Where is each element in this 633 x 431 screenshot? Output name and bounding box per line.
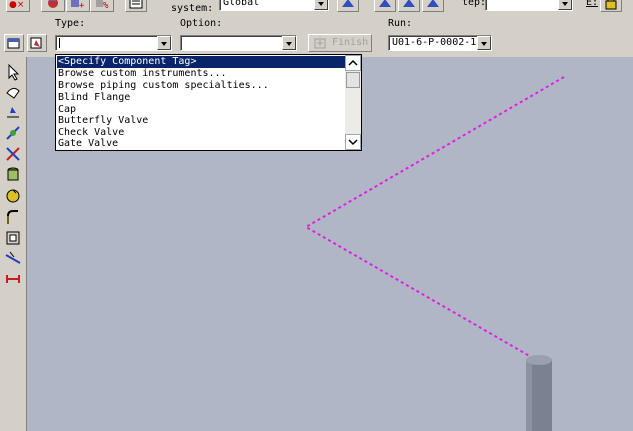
- rotate-icon[interactable]: [4, 187, 22, 205]
- ribbon-settings-button[interactable]: [27, 34, 47, 52]
- axis-button[interactable]: [374, 0, 396, 12]
- list-item[interactable]: Butterfly Valve: [57, 115, 346, 127]
- left-toolbar: [0, 57, 27, 431]
- chevron-down-icon[interactable]: [558, 0, 572, 10]
- insert-component-icon[interactable]: [4, 103, 22, 121]
- delete-button[interactable]: ●×: [6, 0, 30, 12]
- top-toolbar: ●× + % - system: Global tep: E: Type: Op…: [0, 0, 633, 57]
- select-arrow-icon[interactable]: [4, 63, 22, 81]
- lock-button[interactable]: [600, 0, 622, 12]
- filter-icon: [48, 0, 58, 8]
- chevron-up-icon: [348, 59, 358, 66]
- add-icon: +: [71, 0, 85, 11]
- list-item[interactable]: Blind Flange: [57, 92, 346, 104]
- axis-icon: [379, 0, 391, 7]
- help-label: E:: [586, 0, 599, 8]
- run-label: Run:: [388, 18, 413, 29]
- settings-icon: [30, 37, 42, 49]
- chevron-down-icon[interactable]: [157, 36, 171, 50]
- bend-icon[interactable]: [4, 208, 22, 226]
- properties-icon: [129, 0, 143, 9]
- remove-icon: %: [96, 0, 109, 11]
- chevron-down-icon[interactable]: [477, 36, 491, 50]
- option-label: Option:: [180, 18, 223, 29]
- finish-icon: [314, 38, 326, 49]
- coordinate-button[interactable]: [337, 0, 359, 12]
- list-item[interactable]: <Specify Component Tag>: [57, 56, 346, 68]
- svg-text:%: %: [103, 1, 109, 11]
- split-icon[interactable]: [4, 145, 22, 163]
- option-select[interactable]: [180, 35, 297, 51]
- text-cursor: [59, 38, 60, 48]
- list-item[interactable]: Browse piping custom specialties...: [57, 80, 346, 92]
- delete-x-icon: ●×: [9, 0, 24, 10]
- system-label: system:: [171, 3, 214, 14]
- pipe-cylinder: [526, 355, 552, 431]
- list-item[interactable]: Gate Valve: [57, 138, 346, 150]
- scroll-up-button[interactable]: [345, 55, 361, 71]
- add-button[interactable]: +: [66, 0, 90, 12]
- properties-button[interactable]: [125, 0, 147, 12]
- axis2-icon: [403, 0, 415, 7]
- axis3-button[interactable]: [422, 0, 444, 12]
- dropdown-scrollbar[interactable]: [345, 55, 361, 150]
- step-select[interactable]: [485, 0, 573, 11]
- component-type-dropdown[interactable]: <Specify Component Tag> Browse custom in…: [55, 54, 362, 151]
- chevron-down-icon[interactable]: [314, 0, 328, 10]
- frame-icon[interactable]: [4, 229, 22, 247]
- filter-button[interactable]: [41, 0, 65, 12]
- chevron-down-icon: [348, 139, 358, 146]
- properties-icon: [7, 38, 20, 49]
- ribbon-properties-button[interactable]: [4, 34, 24, 52]
- svg-text:+: +: [79, 1, 85, 11]
- axis2-button[interactable]: [398, 0, 420, 12]
- route-icon[interactable]: [4, 83, 22, 101]
- system-select[interactable]: Global: [219, 0, 329, 11]
- list-item[interactable]: Browse custom instruments...: [57, 68, 346, 80]
- remove-button[interactable]: %: [90, 0, 114, 12]
- connect-icon[interactable]: [4, 124, 22, 142]
- system-dash: -: [155, 0, 161, 5]
- svg-text:●×: ●×: [9, 0, 24, 10]
- coordinate-icon: [342, 0, 354, 7]
- scroll-down-button[interactable]: [345, 134, 361, 150]
- lock-icon: [605, 0, 617, 10]
- slope-icon[interactable]: [4, 249, 22, 267]
- axis3-icon: [427, 0, 439, 7]
- dimension-icon[interactable]: [4, 270, 22, 288]
- stack-icon[interactable]: [4, 166, 22, 184]
- type-label: Type:: [55, 18, 86, 29]
- type-select[interactable]: [55, 35, 172, 51]
- run-select[interactable]: U01-6-P-0002-1: [388, 35, 492, 51]
- step-label: tep:: [462, 0, 487, 8]
- scroll-thumb[interactable]: [346, 72, 360, 88]
- chevron-down-icon[interactable]: [282, 36, 296, 50]
- finish-button[interactable]: Finish: [308, 34, 372, 52]
